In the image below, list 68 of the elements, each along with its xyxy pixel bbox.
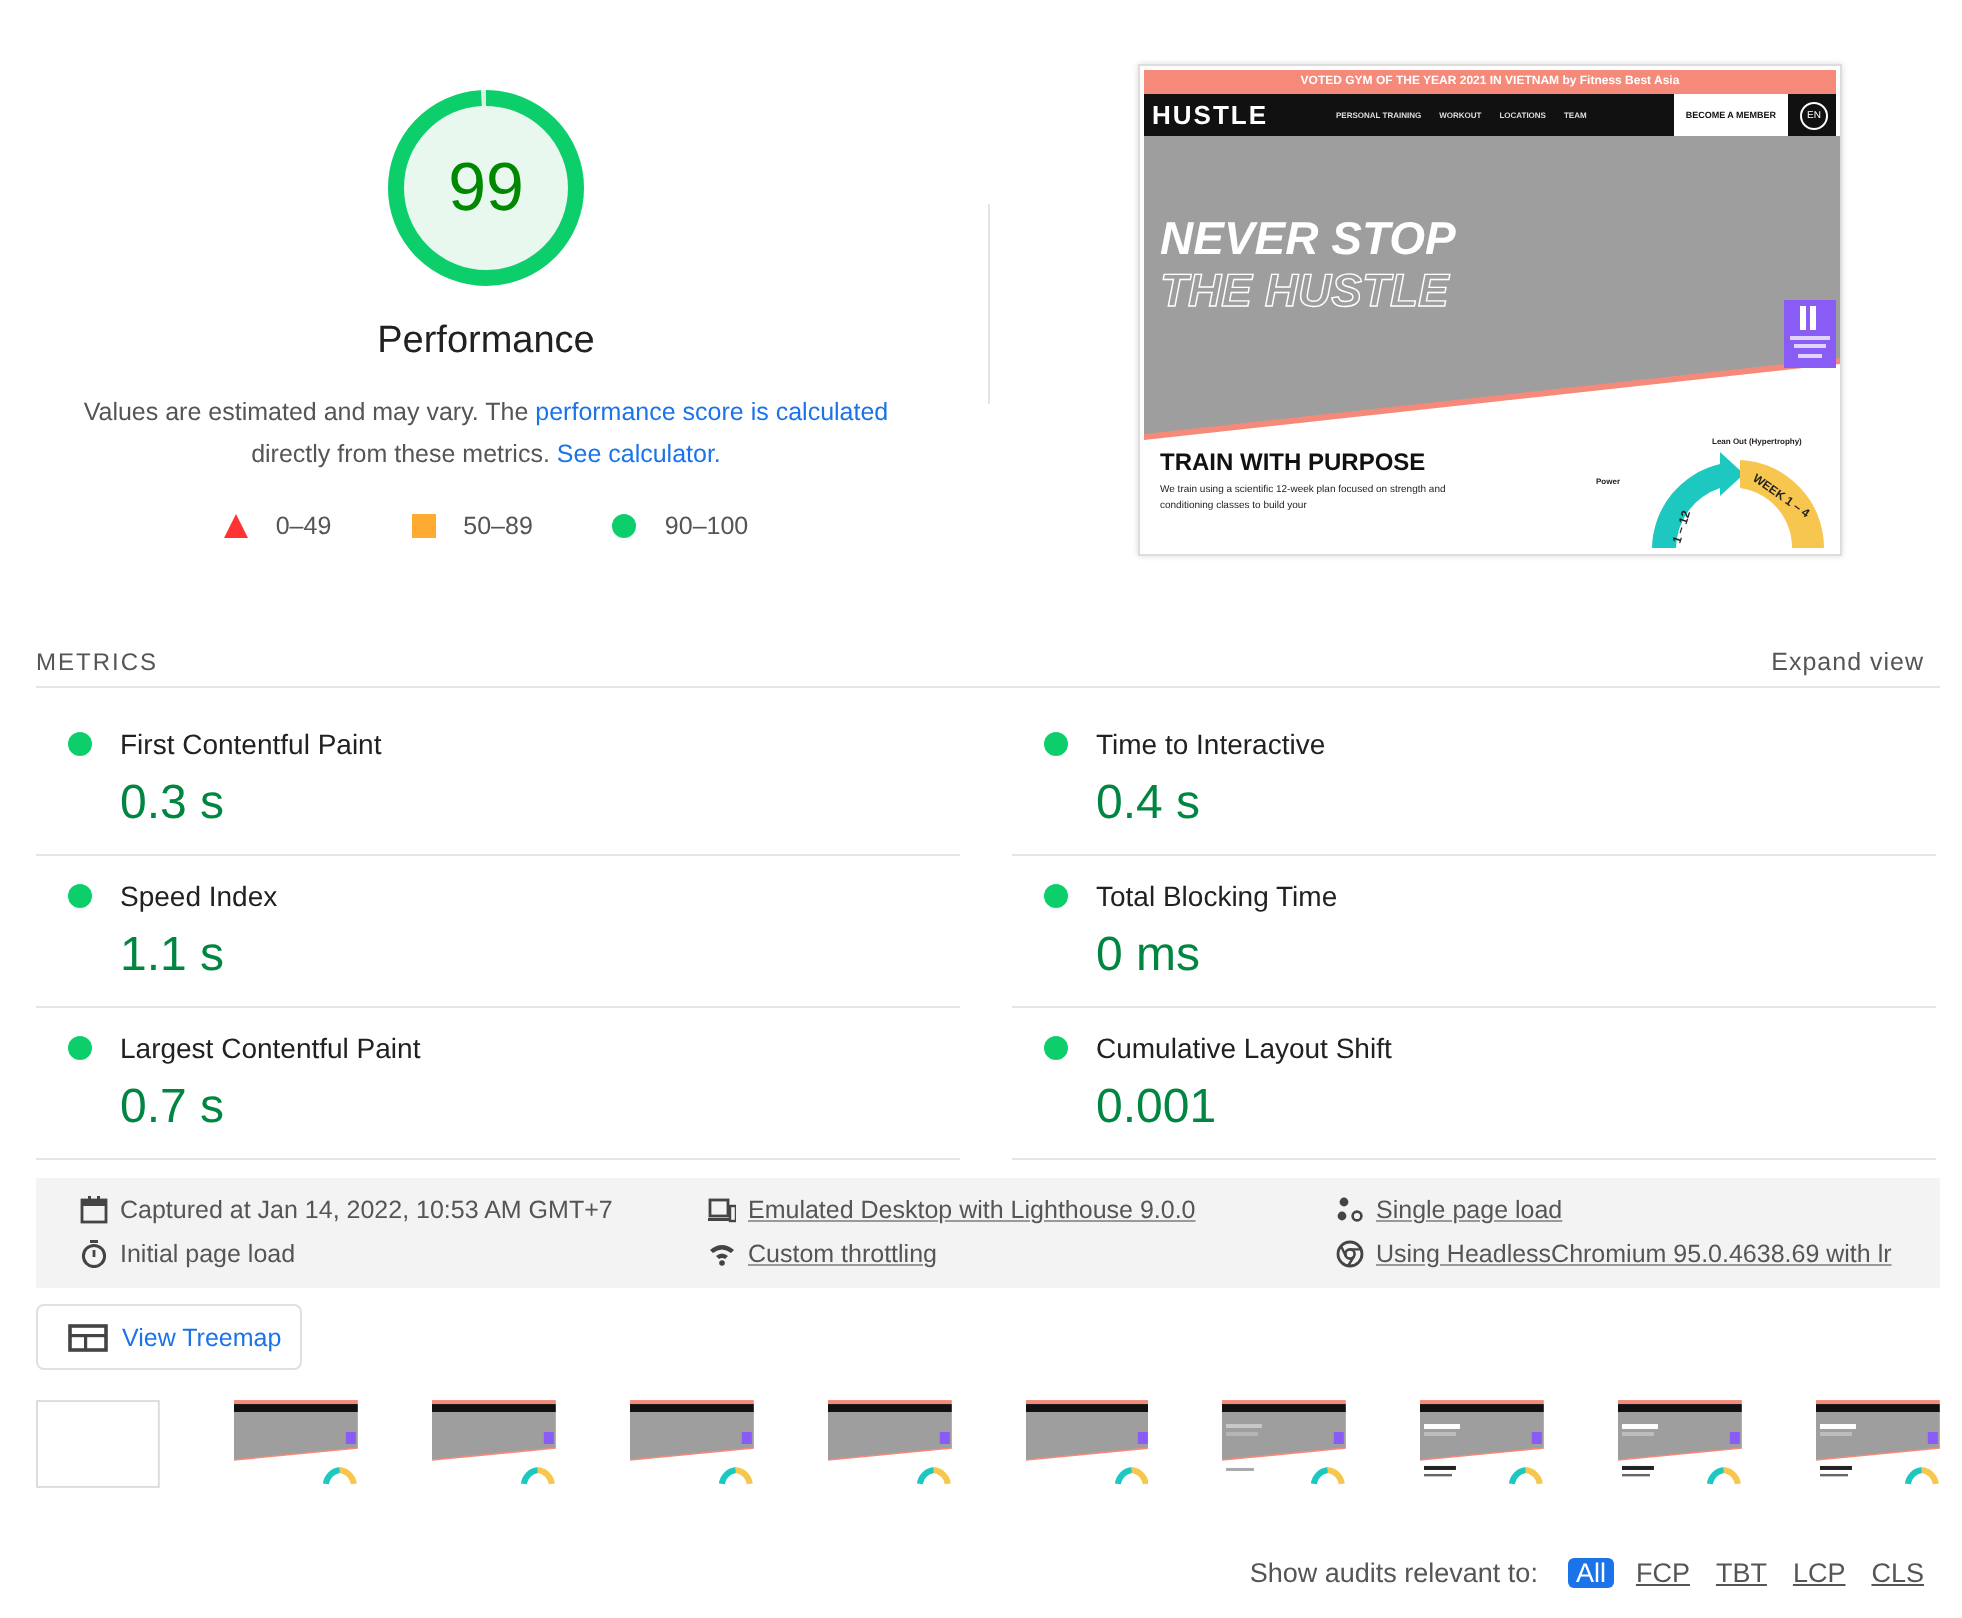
metric-value: 0.4 s [1096,776,1203,832]
metric-label: Total Blocking Time [1096,880,1338,912]
treemap-icon [68,1323,108,1351]
devices-icon [708,1196,736,1224]
info-link[interactable]: Using HeadlessChromium 95.0.4638.69 with lr [1376,1240,1892,1268]
filter-chip[interactable]: TBT [1711,1558,1771,1588]
section-heading: TRAIN WITH PURPOSE [1160,448,1428,476]
promo-badge[interactable] [1784,300,1836,368]
browser-icon [1336,1240,1364,1268]
promo-logo-icon [1800,306,1820,330]
calculator-link[interactable]: See calculator. [556,440,721,468]
triangle-icon [223,514,248,538]
metric-value: 0 ms [1096,928,1203,984]
calendar-icon [80,1196,108,1224]
page-thumbnail [431,1400,556,1488]
blank-frame [36,1400,160,1488]
metric-value: 1.1 s [120,928,227,984]
legend-label: 0–49 [275,512,332,540]
info-link[interactable]: Single page load [1376,1196,1563,1224]
page-thumbnail [1816,1400,1941,1488]
score-description: Values are estimated and may vary. The performance score is calculated directly from these metrics. See calculator. [81,396,891,472]
status-dot [1044,732,1068,756]
metric-label: First Contentful Paint [120,728,382,760]
category-title: Performance [377,320,595,364]
circle-icon [612,514,637,538]
section-title: METRICS [36,648,158,676]
page-thumbnail [1420,1400,1545,1488]
metric-label: Cumulative Layout Shift [1096,1032,1392,1064]
dots-icon [1336,1196,1364,1224]
status-dot [1044,1036,1068,1060]
metric-value: 0.7 s [120,1080,227,1136]
score-link[interactable]: performance score is calculated [535,398,889,426]
site-logo: HUSTLE [1152,100,1270,130]
status-dot [1044,884,1068,908]
hero-headline: NEVER STOP [1160,212,1458,264]
page-thumbnail [1618,1400,1743,1488]
status-dot [68,884,92,908]
metric-value: 0.3 s [120,776,227,832]
info-text: Captured at Jan 14, 2022, 10:53 AM GMT+7 [120,1196,613,1224]
metric-label: Largest Contentful Paint [120,1032,421,1064]
filter-chip[interactable]: FCP [1631,1558,1694,1588]
timer-icon [80,1240,108,1268]
filter-chip[interactable]: CLS [1867,1558,1928,1588]
square-icon [411,514,436,538]
score-value: 99 [446,150,526,226]
legend-label: 50–89 [463,512,533,540]
status-dot [68,732,92,756]
info-link[interactable]: Emulated Desktop with Lighthouse 9.0.0 [748,1196,1196,1224]
hero-outline-headline: THE HUSTLE [1160,264,1453,316]
filter-label: Show audits relevant to: [1249,1558,1538,1588]
filter-chip[interactable]: LCP [1788,1558,1850,1588]
info-text: Initial page load [120,1240,296,1268]
wifi-icon [708,1240,736,1268]
metric-label: Speed Index [120,880,278,912]
page-thumbnail [827,1400,952,1488]
metric-value: 0.001 [1096,1080,1219,1136]
metric-label: Time to Interactive [1096,728,1326,760]
promo-text-icon [1788,334,1832,362]
info-link[interactable]: Custom throttling [748,1240,937,1268]
expand-toggle[interactable]: Expand view [1771,648,1924,676]
legend-label: 90–100 [664,512,749,540]
page-thumbnail [629,1400,754,1488]
page-thumbnail [1222,1400,1347,1488]
status-dot [68,1036,92,1060]
filter-chip[interactable]: All [1567,1558,1614,1588]
treemap-button[interactable]: View Treemap [36,1304,302,1370]
page-thumbnail [1025,1400,1149,1488]
page-thumbnail [233,1400,358,1488]
